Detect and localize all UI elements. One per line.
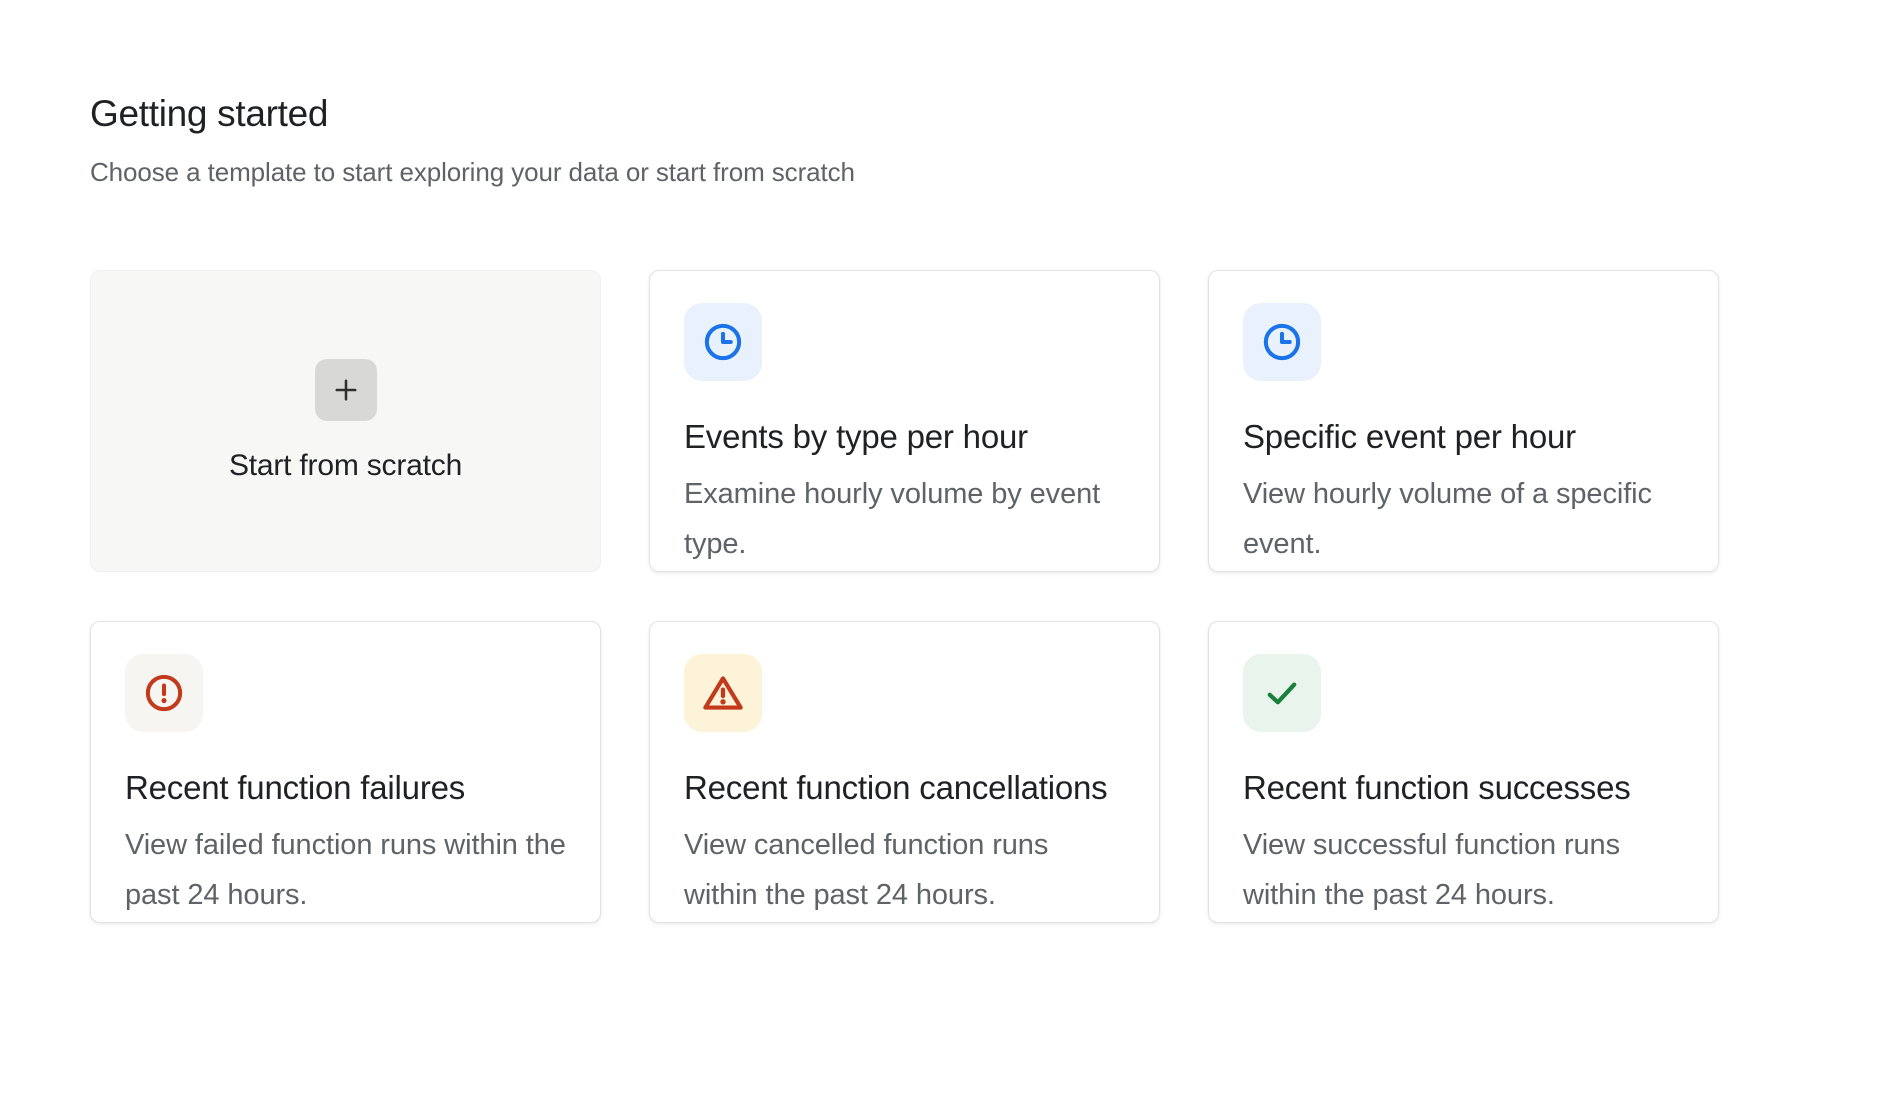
card-description: View cancelled function runs within the … <box>684 820 1125 921</box>
card-title: Events by type per hour <box>684 417 1125 457</box>
card-recent-function-cancellations[interactable]: Recent function cancellations View cance… <box>649 621 1160 923</box>
card-title: Recent function cancellations <box>684 768 1125 808</box>
start-from-scratch-label: Start from scratch <box>229 449 462 483</box>
card-description: View hourly volume of a specific event. <box>1243 469 1684 570</box>
getting-started-page: Getting started Choose a template to sta… <box>0 0 1886 923</box>
template-card-grid: Start from scratch Events by type per ho… <box>90 270 1886 923</box>
card-specific-event-per-hour[interactable]: Specific event per hour View hourly volu… <box>1208 270 1719 572</box>
clock-icon <box>1243 303 1321 381</box>
alert-circle-icon <box>125 654 203 732</box>
clock-icon <box>684 303 762 381</box>
card-start-from-scratch[interactable]: Start from scratch <box>90 270 601 572</box>
card-recent-function-failures[interactable]: Recent function failures View failed fun… <box>90 621 601 923</box>
plus-icon <box>315 359 377 421</box>
check-icon <box>1243 654 1321 732</box>
card-description: View successful function runs within the… <box>1243 820 1684 921</box>
page-subtitle: Choose a template to start exploring you… <box>90 156 1886 190</box>
alert-triangle-icon <box>684 654 762 732</box>
card-events-by-type-per-hour[interactable]: Events by type per hour Examine hourly v… <box>649 270 1160 572</box>
card-title: Specific event per hour <box>1243 417 1684 457</box>
card-description: View failed function runs within the pas… <box>125 820 566 921</box>
card-description: Examine hourly volume by event type. <box>684 469 1125 570</box>
page-title: Getting started <box>90 92 1886 136</box>
card-recent-function-successes[interactable]: Recent function successes View successfu… <box>1208 621 1719 923</box>
card-title: Recent function failures <box>125 768 566 808</box>
card-title: Recent function successes <box>1243 768 1684 808</box>
